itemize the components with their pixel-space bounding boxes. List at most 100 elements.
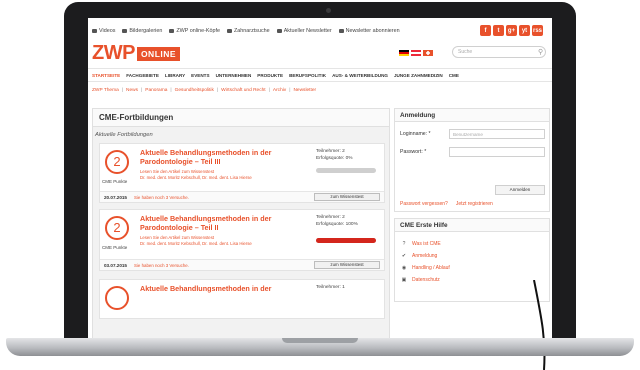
subnav-item[interactable]: ZWP Thema (92, 88, 119, 93)
help-item-label: Anmeldung (412, 253, 438, 259)
nav-item-home[interactable]: STARTSEITE (92, 73, 120, 78)
flag-at-icon[interactable] (411, 50, 421, 56)
cme-points-badge: 2 (105, 150, 129, 174)
search-icon[interactable]: ⚲ (538, 48, 543, 56)
top-link-gallery[interactable]: Bildergalerien (122, 28, 162, 34)
cme-points-label: CME Punkte (102, 179, 128, 184)
car-icon: ◉ (401, 265, 407, 271)
video-icon (92, 29, 97, 33)
success-progress-bar (316, 238, 376, 243)
login-box: Anmeldung Loginname: * Benutzername Pass… (394, 108, 550, 212)
search-input[interactable]: Suche (452, 46, 546, 58)
googleplus-icon[interactable]: g+ (506, 25, 517, 36)
nav-item-education[interactable]: AUS- & WEITERBILDUNG (332, 73, 388, 78)
help-item-what-is-cme[interactable]: ? Was ist CME (401, 241, 441, 247)
nav-item-cme[interactable]: CME (449, 73, 459, 78)
section-subtitle: Aktuelle Fortbildungen (95, 132, 153, 138)
username-field[interactable]: Benutzername (449, 129, 545, 139)
mail-icon (276, 29, 282, 33)
question-icon: ? (402, 241, 406, 247)
user-icon (169, 29, 175, 33)
subnav-item[interactable]: Gesundheitspolitik (175, 88, 214, 93)
course-title[interactable]: Aktuelle Behandlungsmethoden in der (140, 284, 280, 293)
knowledge-test-button[interactable]: zum Wissenstest (314, 193, 380, 201)
course-authors: Dr. med. dent. Moritz Kebschull, Dr. med… (140, 175, 252, 180)
subnav-separator: | (121, 88, 123, 93)
login-title: Anmeldung (395, 109, 549, 122)
nav-item-fields[interactable]: FACHGEBIETE (126, 73, 159, 78)
flag-ch-icon[interactable] (423, 50, 433, 56)
subnav-item[interactable]: Wirtschaft und Recht (221, 88, 266, 93)
help-item-label: Datenschutz (412, 277, 440, 283)
course-date: 03.07.2015 (104, 263, 127, 268)
subnav-item[interactable]: News (126, 88, 138, 93)
twitter-icon[interactable]: t (493, 25, 504, 36)
top-link-dentist-search[interactable]: Zahnarztsuche (227, 28, 270, 34)
subnav-separator: | (141, 88, 143, 93)
camera-icon (122, 29, 128, 33)
top-link-heads[interactable]: ZWP online-Köpfe (169, 28, 220, 34)
help-box: CME Erste Hilfe ? Was ist CME ✔ Anmeldung … (394, 218, 550, 302)
forgot-password-link[interactable]: Passwort vergessen? (400, 201, 448, 207)
remaining-tries: Sie haben noch 3 Versuche. (134, 263, 189, 268)
nav-item-library[interactable]: LIBRARY (165, 73, 185, 78)
top-link-label: Aktueller Newsletter (283, 28, 332, 34)
facebook-icon[interactable]: f (480, 25, 491, 36)
main-nav: STARTSEITE FACHGEBIETE LIBRARY EVENTS UN… (88, 68, 552, 82)
youtube-icon[interactable]: yt (519, 25, 530, 36)
nav-item-products[interactable]: PRODUKTE (257, 73, 283, 78)
camera-icon (326, 8, 331, 13)
subnav-item[interactable]: Archiv (273, 88, 286, 93)
flag-de-icon[interactable] (399, 50, 409, 56)
password-label: Passwort: * (400, 149, 427, 155)
help-title: CME Erste Hilfe (395, 219, 549, 232)
browser-screen: Videos Bildergalerien ZWP online-Köpfe Z… (88, 18, 552, 340)
social-links: f t g+ yt rss (480, 25, 543, 36)
mail-icon (338, 29, 344, 33)
top-link-videos[interactable]: Videos (92, 28, 115, 34)
course-title[interactable]: Aktuelle Behandlungsmethoden in der Paro… (140, 148, 280, 166)
subnav-separator: | (216, 88, 219, 93)
site-logo[interactable]: ZWP ONLINE (92, 42, 181, 65)
language-flags (399, 50, 433, 56)
register-link[interactable]: Jetzt registrieren (456, 201, 493, 207)
nav-item-events[interactable]: EVENTS (191, 73, 209, 78)
top-link-label: Newsletter abonnieren (345, 28, 400, 34)
success-rate: Erfolgsquote: 100% (316, 221, 358, 227)
login-links: Passwort vergessen? Jetzt registrieren (400, 201, 493, 207)
subnav-item[interactable]: Newsletter (293, 88, 316, 93)
top-link-newsletter[interactable]: Aktueller Newsletter (276, 28, 332, 34)
help-item-login[interactable]: ✔ Anmeldung (401, 253, 437, 259)
nav-item-young-dentistry[interactable]: JUNGE ZAHNMEDIZIN (394, 73, 443, 78)
success-rate: Erfolgsquote: 0% (316, 155, 353, 161)
course-footer: 20.07.2015 Sie haben noch 3 Versuche. zu… (100, 191, 384, 202)
rss-icon[interactable]: rss (532, 25, 543, 36)
sub-nav: ZWP Thema | News | Panorama | Gesundheitspo… (92, 88, 316, 93)
course-title[interactable]: Aktuelle Behandlungsmethoden in der Paro… (140, 214, 280, 232)
help-item-handling[interactable]: ◉ Handling / Ablauf (401, 265, 450, 271)
subnav-separator: | (289, 88, 291, 93)
knowledge-test-button[interactable]: zum Wissenstest (314, 261, 380, 269)
cme-points-badge: 2 (105, 216, 129, 240)
laptop-stage: Videos Bildergalerien ZWP online-Köpfe Z… (0, 0, 640, 370)
cme-points-label: CME Punkte (102, 245, 128, 250)
login-button[interactable]: Anmelden (495, 185, 545, 195)
subnav-item[interactable]: Panorama (145, 88, 167, 93)
remaining-tries: Sie haben noch 3 Versuche. (134, 195, 189, 200)
participants-count: Teilnehmer: 1 (316, 285, 345, 290)
cme-panel: CME-Fortbildungen Aktuelle Fortbildungen… (92, 108, 390, 340)
check-icon: ✔ (401, 253, 407, 259)
course-stats: Teilnehmer: 2 Erfolgsquote: 100% (316, 215, 358, 228)
nav-item-politics[interactable]: BERUFSPOLITIK (289, 73, 326, 78)
top-link-subscribe[interactable]: Newsletter abonnieren (338, 28, 400, 34)
password-field[interactable] (449, 147, 545, 157)
nav-item-companies[interactable]: UNTERNEHMEN (216, 73, 252, 78)
help-item-privacy[interactable]: ▣ Datenschutz (401, 277, 440, 283)
logo-badge: ONLINE (136, 46, 181, 61)
login-label: Loginname: * (400, 131, 431, 137)
article-link[interactable]: Lesen Sie den Artikel zum Wissenstest (140, 169, 290, 175)
top-link-label: Videos (99, 28, 116, 34)
article-link[interactable]: Lesen Sie den Artikel zum Wissenstest (140, 235, 290, 241)
top-links: Videos Bildergalerien ZWP online-Köpfe Z… (92, 28, 400, 34)
success-progress-bar (316, 168, 376, 173)
